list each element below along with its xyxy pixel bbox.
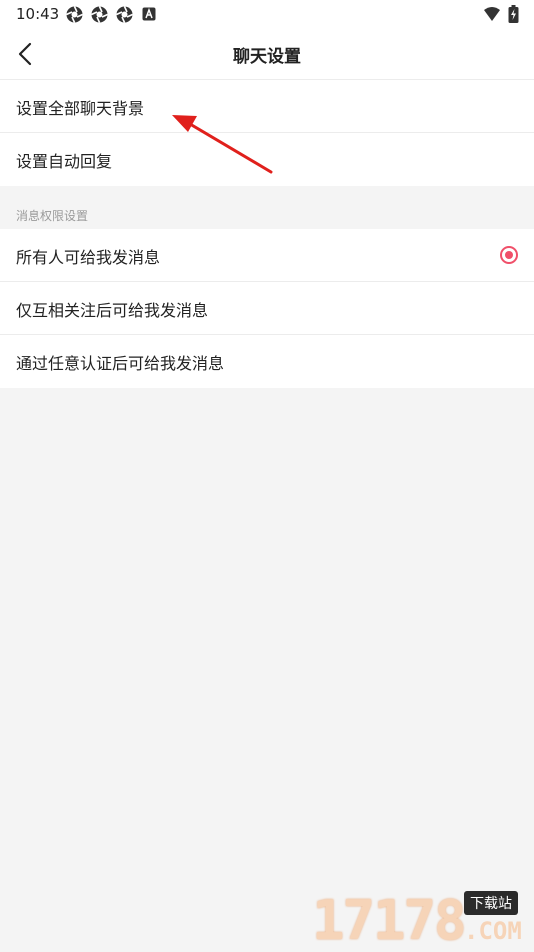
set-all-chat-background-item[interactable]: 设置全部聊天背景 <box>0 80 534 133</box>
watermark-digits: 17178 <box>312 889 467 952</box>
row-label: 所有人可给我发消息 <box>16 248 161 267</box>
watermark-logo: 17178 下载站 .COM <box>312 887 534 952</box>
row-label: 设置全部聊天背景 <box>16 99 145 118</box>
row-label: 设置自动回复 <box>16 152 113 171</box>
status-bar: 10:43 <box>0 0 534 28</box>
aperture-icon <box>66 6 83 23</box>
row-label: 通过任意认证后可给我发消息 <box>16 354 225 373</box>
section-label: 消息权限设置 <box>16 209 89 223</box>
set-auto-reply-item[interactable]: 设置自动回复 <box>0 133 534 186</box>
permission-option-mutual-follow[interactable]: 仅互相关注后可给我发消息 <box>0 282 534 335</box>
status-time: 10:43 <box>16 5 60 23</box>
a-badge-icon <box>142 7 159 24</box>
battery-charging-icon <box>508 5 519 27</box>
wifi-icon <box>483 6 501 26</box>
header-bar: 聊天设置 <box>0 28 534 80</box>
watermark-suffix: .COM <box>464 917 522 945</box>
watermark-badge: 下载站 <box>464 891 518 915</box>
chat-settings-group: 设置全部聊天背景 设置自动回复 <box>0 80 534 186</box>
message-permission-group: 所有人可给我发消息 仅互相关注后可给我发消息 通过任意认证后可给我发消息 <box>0 229 534 388</box>
radio-selected-icon[interactable] <box>500 246 518 264</box>
aperture-icon <box>116 6 133 23</box>
row-label: 仅互相关注后可给我发消息 <box>16 301 209 320</box>
aperture-icon <box>91 6 108 23</box>
permission-option-everyone[interactable]: 所有人可给我发消息 <box>0 229 534 282</box>
permission-option-verified[interactable]: 通过任意认证后可给我发消息 <box>0 335 534 388</box>
page-title: 聊天设置 <box>233 47 301 67</box>
